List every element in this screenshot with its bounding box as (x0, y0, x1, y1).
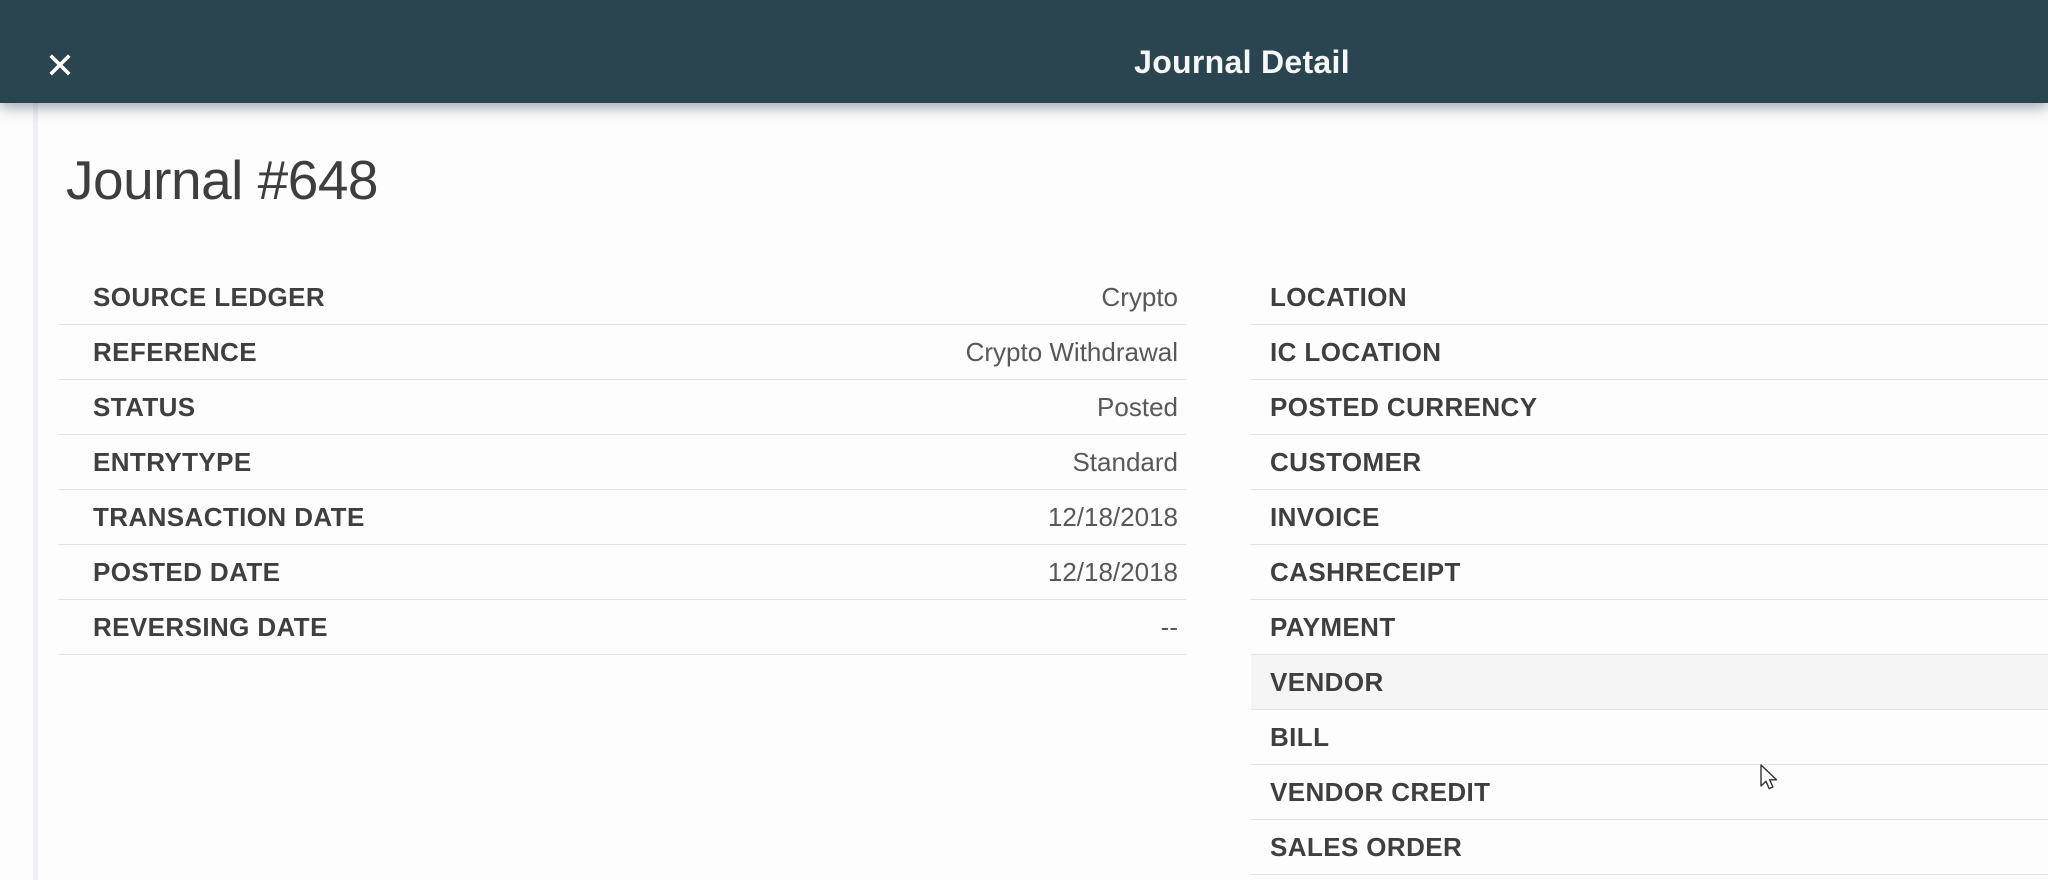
field-label: VENDOR (1270, 666, 1384, 697)
field-row: SALES ORDER (1251, 820, 2048, 875)
field-label: POSTED CURRENCY (1270, 391, 1538, 422)
field-row: INVOICE (1251, 490, 2048, 545)
field-label: CASHRECEIPT (1270, 556, 1461, 587)
field-value: Posted (1097, 391, 1178, 422)
field-value: Standard (1072, 446, 1178, 477)
field-label: SALES ORDER (1270, 831, 1463, 862)
modal-title: Journal Detail (1134, 44, 1350, 80)
modal-header: ✕ Journal Detail (0, 0, 2048, 103)
field-row: CASHRECEIPT (1251, 545, 2048, 600)
field-row: BILL (1251, 710, 2048, 765)
field-row: POSTED CURRENCY (1251, 380, 2048, 435)
field-value: Crypto Withdrawal (965, 336, 1178, 367)
field-label: CUSTOMER (1270, 446, 1422, 477)
field-row: REFERENCE Crypto Withdrawal (59, 325, 1186, 380)
field-row: IC LOCATION (1251, 325, 2048, 380)
field-label: LOCATION (1270, 281, 1408, 312)
field-label: TRANSACTION DATE (93, 501, 365, 532)
field-row: STATUS Posted (59, 380, 1186, 435)
field-label: REVERSING DATE (93, 611, 328, 642)
field-row: CUSTOMER (1251, 435, 2048, 490)
field-label: POSTED DATE (93, 556, 281, 587)
field-row: VENDOR (1251, 655, 2048, 710)
page-edge-line (33, 103, 38, 880)
field-row: SOURCE LEDGER Crypto (59, 270, 1186, 325)
field-label: STATUS (93, 391, 196, 422)
field-row: REVERSING DATE -- (59, 600, 1186, 655)
field-row: ENTRYTYPE Standard (59, 435, 1186, 490)
field-row: VENDOR CREDIT (1251, 765, 2048, 820)
close-button[interactable]: ✕ (38, 44, 82, 88)
field-label: SOURCE LEDGER (93, 281, 326, 312)
field-value: Crypto (1101, 281, 1178, 312)
page-title: Journal #648 (66, 149, 379, 211)
field-label: INVOICE (1270, 501, 1380, 532)
field-label: VENDOR CREDIT (1270, 776, 1491, 807)
field-value: 12/18/2018 (1047, 556, 1178, 587)
journal-fields-left: SOURCE LEDGER Crypto REFERENCE Crypto Withd… (59, 270, 1186, 655)
field-label: REFERENCE (93, 336, 257, 367)
field-label: BILL (1270, 721, 1330, 752)
field-row: PAYMENT (1251, 600, 2048, 655)
field-label: ENTRYTYPE (93, 446, 252, 477)
field-row: POSTED DATE 12/18/2018 (59, 545, 1186, 600)
field-label: PAYMENT (1270, 611, 1396, 642)
field-row: TRANSACTION DATE 12/18/2018 (59, 490, 1186, 545)
field-value: 12/18/2018 (1047, 501, 1178, 532)
close-icon: ✕ (44, 45, 76, 86)
field-row: LOCATION (1251, 270, 2048, 325)
field-value: -- (1160, 611, 1178, 642)
field-label: IC LOCATION (1270, 336, 1442, 367)
journal-fields-right: LOCATION IC LOCATION POSTED CURRENCY CUSTOM… (1251, 270, 2048, 875)
